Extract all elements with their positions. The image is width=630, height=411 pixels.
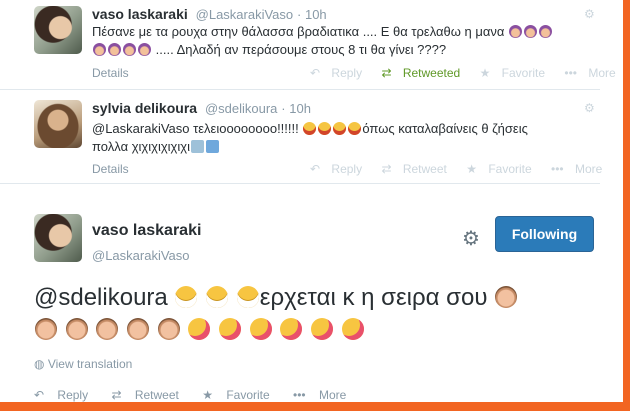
tweet-timestamp[interactable]: · 10h — [281, 101, 311, 116]
emoji-icon — [280, 318, 303, 340]
more-icon: ••• — [551, 162, 564, 176]
emoji-icon — [509, 25, 523, 38]
tweet-text: Πέσανε με τα ρουχα στην θάλασσα βραδιατι… — [92, 23, 592, 59]
reply-action[interactable]: ↶ Reply — [310, 162, 370, 176]
emoji-icon — [341, 318, 364, 340]
gear-icon[interactable]: ⚙ — [584, 102, 596, 114]
details-link[interactable]: Details — [92, 162, 129, 176]
retweet-icon: ⇄ — [381, 66, 392, 80]
tweet-author-handle[interactable]: @sdelikoura — [205, 101, 277, 116]
emoji-icon — [127, 318, 150, 340]
retweet-action[interactable]: ⇄ Retweet — [111, 388, 188, 402]
emoji-icon — [348, 122, 362, 135]
emoji-icon — [188, 318, 211, 340]
reply-icon: ↶ — [310, 162, 321, 176]
emoji-icon — [303, 122, 317, 135]
emoji-icon — [205, 140, 219, 153]
more-icon: ••• — [564, 66, 577, 80]
emoji-icon — [138, 43, 151, 56]
emoji-icon — [157, 318, 180, 340]
emoji-icon — [35, 318, 57, 340]
frame-border-bottom — [0, 402, 630, 411]
reply-action[interactable]: ↶ Reply — [34, 388, 98, 402]
emoji-icon — [93, 43, 106, 56]
globe-icon: ◍ — [34, 357, 45, 371]
emoji-icon — [333, 122, 347, 135]
following-button[interactable]: Following — [495, 216, 594, 252]
avatar[interactable] — [34, 100, 82, 148]
retweet-action[interactable]: ⇄ Retweet — [381, 162, 454, 176]
avatar[interactable] — [34, 6, 82, 54]
permalink-tweet: vaso laskaraki @LaskarakiVaso ⚙ Followin… — [0, 184, 600, 402]
emoji-icon — [123, 43, 136, 56]
tweet-actions: ↶ Reply ⇄ Retweet ★ Favorite ••• More — [310, 162, 618, 176]
gear-icon[interactable]: ⚙ — [584, 8, 596, 20]
favorite-action[interactable]: ★ Favorite — [466, 162, 539, 176]
gear-icon[interactable]: ⚙ — [462, 226, 480, 251]
emoji-icon — [219, 318, 242, 340]
emoji-icon — [236, 286, 259, 308]
tweet-actions: ↶ Reply ⇄ Retweeted ★ Favorite ••• More — [310, 66, 630, 80]
more-action[interactable]: ••• More — [293, 388, 356, 402]
tweet-actions: ↶ Reply ⇄ Retweet ★ Favorite ••• More — [34, 388, 366, 402]
emoji-icon — [318, 122, 332, 135]
emoji-icon — [524, 25, 538, 38]
view-translation-link[interactable]: ◍ View translation — [34, 357, 132, 371]
tweet-author-handle[interactable]: @LaskarakiVaso — [196, 7, 294, 22]
frame-border-right — [623, 0, 630, 411]
more-action[interactable]: ••• More — [551, 162, 610, 176]
reply-icon: ↶ — [310, 66, 321, 80]
reply-action[interactable]: ↶ Reply — [310, 66, 370, 80]
favorite-action[interactable]: ★ Favorite — [202, 388, 279, 402]
emoji-icon — [206, 286, 229, 308]
emoji-icon — [96, 318, 119, 340]
tweet-author-name[interactable]: vaso laskaraki — [92, 6, 188, 22]
tweet-author-name[interactable]: vaso laskaraki — [92, 222, 201, 240]
retweeted-action[interactable]: ⇄ Retweeted — [381, 66, 468, 80]
tweet-author-name[interactable]: sylvia delikoura — [92, 100, 197, 116]
tweet-text: @LaskarakiVaso τελειοοοοοοοο!!!!!! όπως … — [92, 121, 528, 154]
emoji-icon — [495, 286, 518, 308]
emoji-icon — [311, 318, 334, 340]
retweet-icon: ⇄ — [111, 388, 122, 402]
retweet-icon: ⇄ — [381, 162, 392, 176]
more-icon: ••• — [293, 388, 306, 402]
tweet-conversation-frame: vaso laskaraki @LaskarakiVaso · 10h ⚙ Πέ… — [0, 0, 630, 411]
emoji-icon — [175, 286, 198, 308]
emoji-icon — [249, 318, 272, 340]
tweet-vaso-1[interactable]: vaso laskaraki @LaskarakiVaso · 10h ⚙ Πέ… — [0, 0, 616, 90]
tweet-text: @sdelikoura ερχεται κ η σειρα σου — [34, 282, 594, 346]
tweet-sylvia[interactable]: sylvia delikoura @sdelikoura · 10h ⚙ @La… — [0, 90, 602, 184]
favorite-icon: ★ — [202, 388, 213, 402]
favorite-icon: ★ — [466, 162, 477, 176]
emoji-icon — [108, 43, 121, 56]
avatar[interactable] — [34, 214, 82, 262]
reply-icon: ↶ — [34, 388, 45, 402]
tweet-timestamp[interactable]: · 10h — [297, 7, 327, 22]
emoji-icon — [65, 318, 88, 340]
favorite-icon: ★ — [479, 66, 491, 80]
favorite-action[interactable]: ★ Favorite — [480, 66, 553, 80]
more-action[interactable]: ••• More — [564, 66, 623, 80]
emoji-icon — [190, 140, 204, 153]
emoji-icon — [539, 25, 553, 38]
tweet-author-handle[interactable]: @LaskarakiVaso — [92, 248, 190, 263]
details-link[interactable]: Details — [92, 66, 129, 80]
